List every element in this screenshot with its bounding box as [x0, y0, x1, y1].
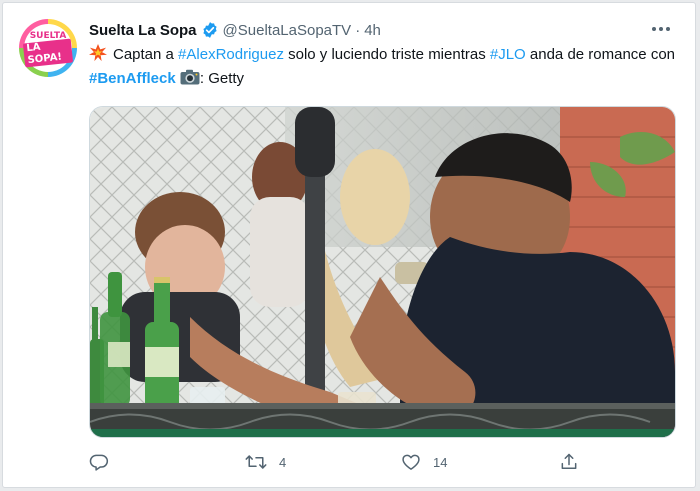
retweet-icon	[245, 452, 267, 472]
like-count: 14	[433, 454, 448, 470]
tweet-text: Captan a #AlexRodriguez solo y luciendo …	[89, 43, 679, 91]
photo-illustration	[90, 107, 675, 437]
camera-emoji-icon	[180, 69, 200, 85]
tweet-text-part-3: anda de romance con	[525, 46, 676, 63]
avatar-logo-text-bottom: LA SOPA!	[22, 38, 74, 68]
tweet-text-part-1: Captan a	[113, 46, 179, 63]
header-separator: ·	[355, 21, 361, 39]
tweet-text-part-2: solo y luciendo triste mientras	[283, 46, 490, 63]
hashtag-link-alexrodriguez[interactable]: #AlexRodriguez	[178, 46, 284, 63]
tweet-text-part-4: : Getty	[199, 70, 245, 87]
reply-icon	[89, 452, 109, 472]
tweet-timestamp[interactable]: 4h	[364, 22, 381, 39]
like-icon	[401, 452, 421, 472]
retweet-count: 4	[279, 454, 287, 470]
like-button[interactable]: 14	[401, 449, 447, 475]
tweet-actions: 4 14	[89, 449, 649, 475]
author-handle[interactable]: @SueltaLaSopaTV	[223, 22, 352, 39]
tweet-photo[interactable]	[89, 106, 676, 438]
more-icon[interactable]	[649, 17, 673, 41]
share-button[interactable]	[559, 449, 579, 475]
hashtag-link-benaffleck[interactable]: #BenAffleck	[89, 70, 176, 87]
tweet-card[interactable]: SUELTA LA SOPA! Suelta La Sopa @SueltaLa…	[2, 2, 696, 488]
author-avatar[interactable]: SUELTA LA SOPA!	[19, 19, 77, 77]
burst-emoji-icon	[89, 44, 107, 62]
share-icon	[559, 452, 579, 472]
author-name[interactable]: Suelta La Sopa	[89, 22, 197, 39]
tweet-header: Suelta La Sopa @SueltaLaSopaTV · 4h	[89, 19, 381, 41]
hashtag-link-jlo[interactable]: #JLO	[490, 46, 526, 63]
verified-badge-icon	[201, 21, 219, 39]
reply-button[interactable]	[89, 449, 121, 475]
retweet-button[interactable]: 4	[245, 449, 286, 475]
